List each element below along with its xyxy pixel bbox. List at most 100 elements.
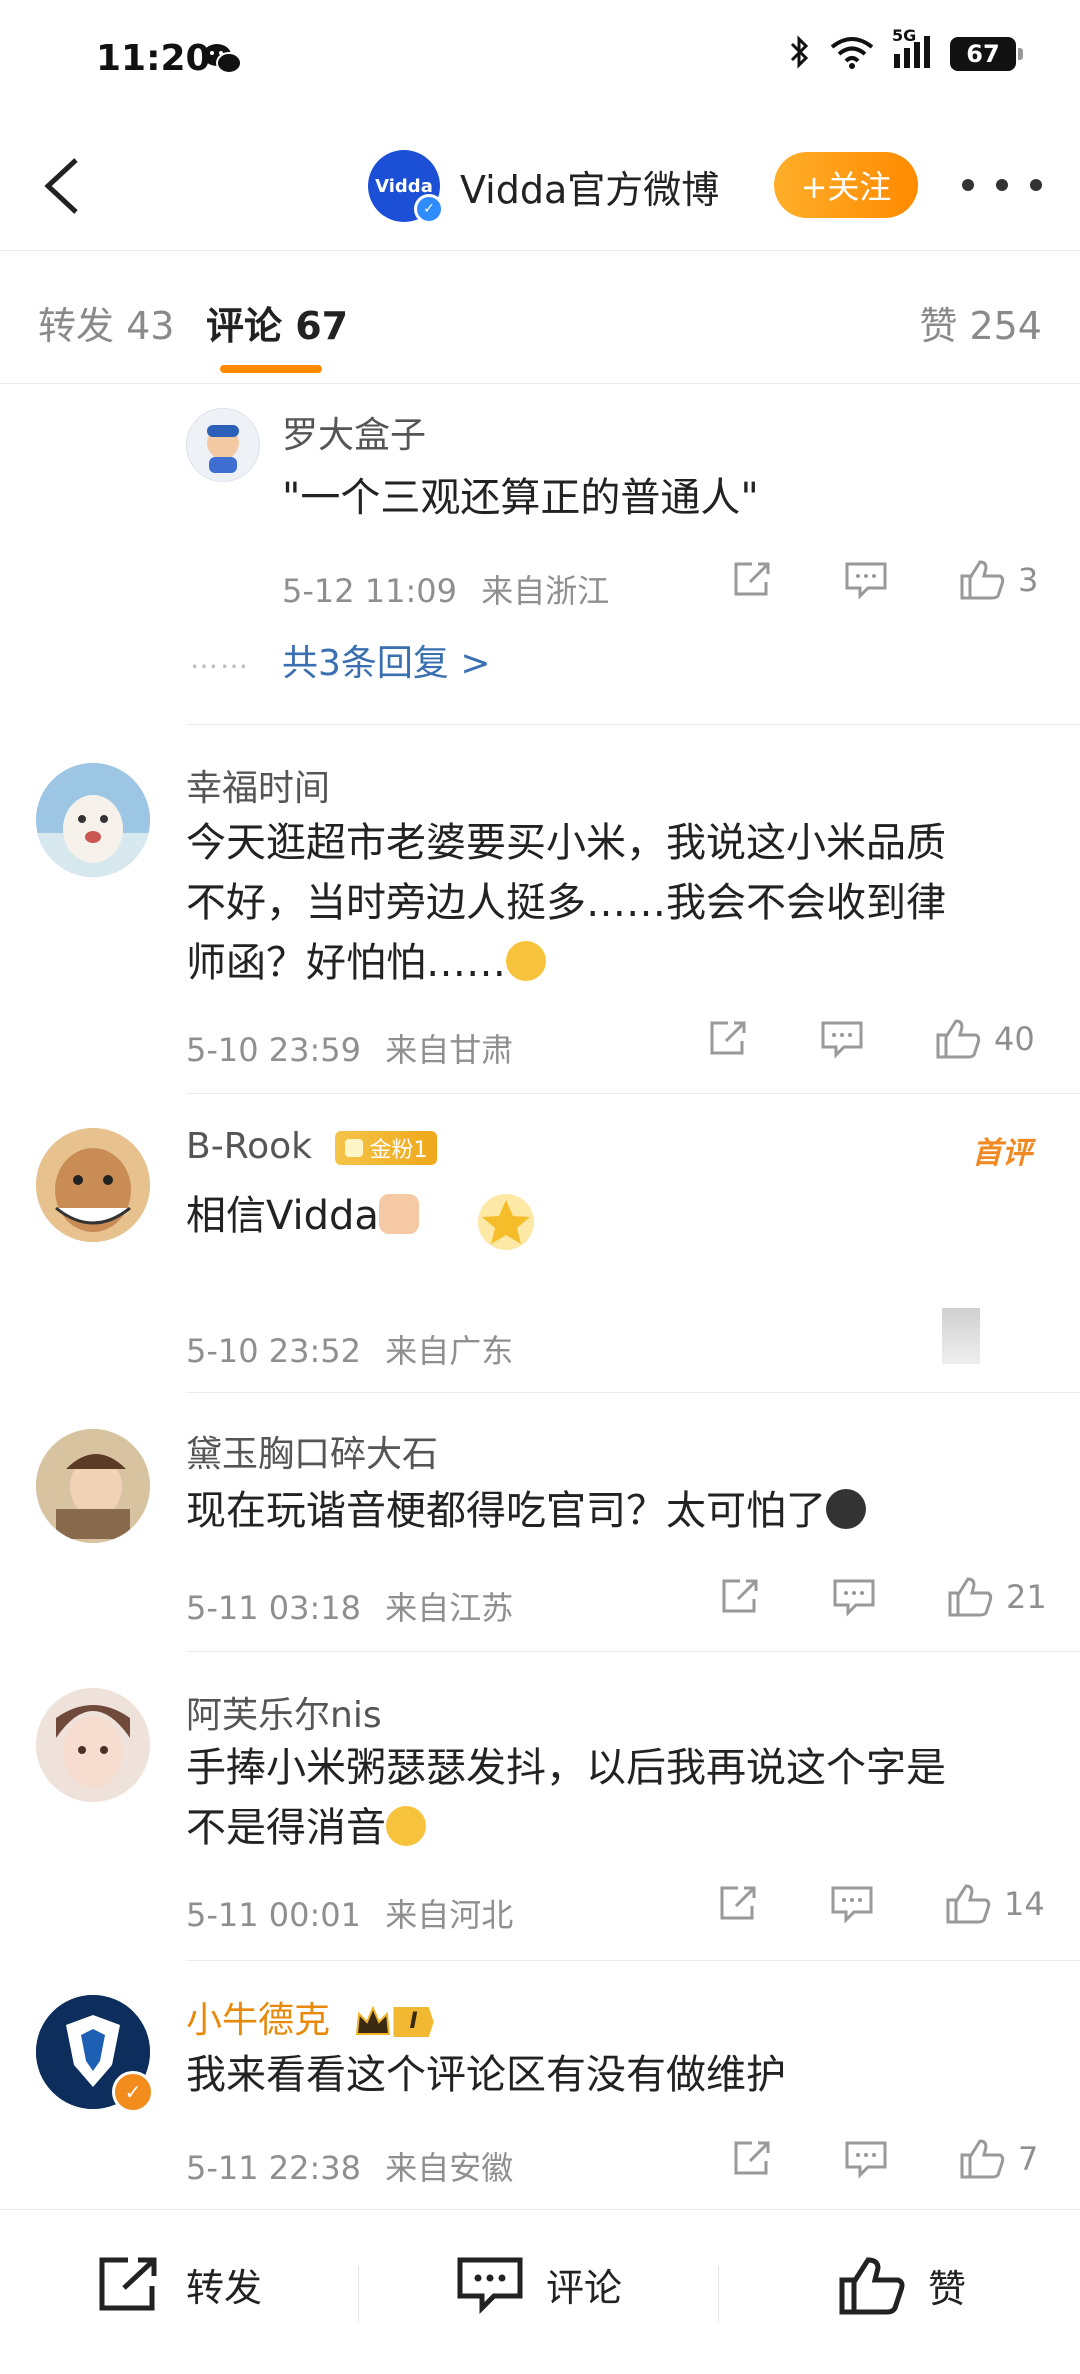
wifi-icon bbox=[830, 35, 874, 73]
username[interactable]: 阿芙乐尔nis bbox=[186, 1686, 382, 1738]
thumbs-up-icon bbox=[960, 2139, 1005, 2179]
comment-actions: 21 bbox=[718, 1575, 1047, 1619]
thumbs-up-icon bbox=[960, 560, 1005, 600]
reply-text: "一个三观还算正的普通人" bbox=[282, 475, 759, 521]
thumbs-up-emoji-icon bbox=[378, 1194, 419, 1234]
tab-comment[interactable]: 评论 67 bbox=[206, 295, 348, 350]
avatar[interactable]: ✓ bbox=[36, 1995, 154, 2113]
tab-indicator bbox=[220, 365, 322, 373]
account-title[interactable]: Vidda ✓ Vidda官方微博 bbox=[368, 150, 719, 224]
thumbs-up-icon bbox=[839, 2257, 905, 2315]
laugh-cry-emoji-icon bbox=[506, 941, 546, 981]
like-button[interactable]: 14 bbox=[944, 1882, 1045, 1926]
reply-icon[interactable] bbox=[830, 1884, 874, 1924]
share-icon[interactable] bbox=[718, 1577, 762, 1617]
account-avatar[interactable]: Vidda ✓ bbox=[368, 150, 444, 224]
reply-icon[interactable] bbox=[832, 1577, 876, 1617]
tab-repost[interactable]: 转发 43 bbox=[38, 295, 174, 350]
follow-button[interactable]: +关注 bbox=[774, 152, 918, 218]
like-count: 21 bbox=[1006, 1578, 1047, 1616]
comment-text: 今天逛超市老婆要买小米，我说这小米品质 不好，当时旁边人挺多……我会不会收到律 … bbox=[186, 813, 946, 993]
comment-meta: 5-12 11:09 来自浙江 bbox=[282, 566, 609, 612]
comment-line: 不是得消音 bbox=[186, 1805, 386, 1851]
tab-like[interactable]: 赞 254 bbox=[919, 295, 1042, 350]
comment-time: 5-11 22:38 bbox=[186, 2149, 362, 2187]
comment-actions: 14 bbox=[716, 1882, 1045, 1926]
like-button[interactable]: 7 bbox=[958, 2137, 1038, 2181]
more-options-icon[interactable] bbox=[962, 160, 1042, 210]
comment-item: 幸福时间 今天逛超市老婆要买小米，我说这小米品质 不好，当时旁边人挺多……我会不… bbox=[0, 725, 1080, 1093]
scared-emoji-icon bbox=[826, 1489, 866, 1529]
avatar[interactable] bbox=[36, 763, 150, 877]
status-bar: 11:20 5G 67 bbox=[0, 0, 1080, 120]
reply-icon[interactable] bbox=[844, 2139, 888, 2179]
like-button[interactable]: 3 bbox=[958, 558, 1038, 602]
bottom-action-bar: 转发 评论 赞 bbox=[0, 2209, 1080, 2374]
reply-icon[interactable] bbox=[844, 560, 888, 600]
reply-icon[interactable] bbox=[820, 1019, 864, 1059]
comment-text: 相信Vidda bbox=[186, 1186, 419, 1246]
account-name[interactable]: Vidda官方微博 bbox=[460, 159, 719, 214]
avatar[interactable] bbox=[36, 1429, 150, 1543]
like-count: 7 bbox=[1018, 2140, 1039, 2178]
view-replies-link[interactable]: 共3条回复 > bbox=[282, 634, 491, 686]
comment-line: 不好，当时旁边人挺多……我会不会收到律 bbox=[186, 880, 946, 926]
faded-placeholder bbox=[942, 1308, 980, 1364]
avatar[interactable] bbox=[36, 1128, 150, 1242]
comment-icon bbox=[457, 2257, 523, 2314]
username[interactable]: 罗大盒子 bbox=[282, 406, 426, 458]
share-icon[interactable] bbox=[716, 1884, 760, 1924]
comment-item: 阿芙乐尔nis 手捧小米粥瑟瑟发抖，以后我再说这个字是 不是得消音 5-11 0… bbox=[0, 1652, 1080, 1960]
username: 小牛德克 I bbox=[186, 1991, 434, 2043]
comment-meta: 5-10 23:52 来自广东 bbox=[186, 1326, 513, 1372]
back-button[interactable] bbox=[36, 150, 92, 220]
like-label: 赞 bbox=[928, 2266, 967, 2311]
like-post-button[interactable]: 赞 bbox=[838, 2254, 966, 2316]
vip-level: I bbox=[393, 2007, 434, 2037]
avatar[interactable] bbox=[186, 408, 260, 482]
comment-line: 今天逛超市老婆要买小米，我说这小米品质 bbox=[186, 820, 946, 866]
comment-text: 手捧小米粥瑟瑟发抖，以后我再说这个字是 不是得消音 bbox=[186, 1738, 946, 1858]
vip-verified-icon: ✓ bbox=[112, 2071, 154, 2113]
share-icon[interactable] bbox=[706, 1019, 750, 1059]
comment-meta: 5-11 22:38 来自安徽 bbox=[186, 2143, 513, 2189]
chevron-left-icon bbox=[44, 158, 78, 214]
share-icon[interactable] bbox=[730, 2139, 774, 2179]
username[interactable]: 幸福时间 bbox=[186, 759, 330, 811]
comment-meta: 5-11 03:18 来自江苏 bbox=[186, 1583, 513, 1629]
comment-meta: 5-10 23:59 来自甘肃 bbox=[186, 1025, 513, 1071]
comment-label: 评论 bbox=[546, 2265, 623, 2310]
like-count: 3 bbox=[1018, 561, 1039, 599]
comment-actions: 3 bbox=[730, 558, 1038, 602]
reaction-sticker bbox=[470, 1186, 542, 1258]
first-comment-tag: 首评 bbox=[972, 1136, 1032, 1171]
username[interactable]: 黛玉胸口碎大石 bbox=[186, 1425, 438, 1477]
like-button[interactable]: 21 bbox=[946, 1575, 1047, 1619]
bluetooth-icon bbox=[788, 34, 812, 74]
like-count: 40 bbox=[994, 1020, 1035, 1058]
repost-button[interactable]: 转发 bbox=[96, 2254, 262, 2314]
comment-line: 手捧小米粥瑟瑟发抖，以后我再说这个字是 bbox=[186, 1745, 946, 1791]
comment-text: 现在玩谐音梗都得吃官司？太可怕了 bbox=[186, 1481, 866, 1541]
nested-reply: 罗大盒子 "一个三观还算正的普通人" 5-12 11:09 来自浙江 3 …… … bbox=[0, 384, 1080, 724]
share-icon[interactable] bbox=[730, 560, 774, 600]
comment-time: 5-11 03:18 bbox=[186, 1589, 362, 1627]
vip-crown-badge[interactable]: I bbox=[353, 2004, 434, 2040]
thumbs-up-icon bbox=[936, 1019, 981, 1059]
repost-label: 转发 bbox=[186, 2265, 263, 2310]
comment-button[interactable]: 评论 bbox=[456, 2254, 622, 2314]
username-text[interactable]: B-Rook bbox=[186, 1126, 312, 1167]
comment-line: 师函？好怕怕…… bbox=[186, 940, 506, 986]
comment-text: 我来看看这个评论区有没有做维护 bbox=[186, 2052, 786, 2098]
comment-location: 来自甘肃 bbox=[385, 1031, 514, 1069]
fan-badge[interactable]: 金粉1 bbox=[335, 1131, 438, 1165]
signal-5g-icon: 5G bbox=[892, 26, 932, 74]
username-text[interactable]: 小牛德克 bbox=[186, 2000, 330, 2041]
avatar[interactable] bbox=[36, 1688, 150, 1802]
divider bbox=[358, 2266, 359, 2322]
comment-time: 5-11 00:01 bbox=[186, 1896, 362, 1934]
comment-line: 现在玩谐音梗都得吃官司？太可怕了 bbox=[186, 1488, 826, 1534]
like-button[interactable]: 40 bbox=[934, 1017, 1035, 1061]
reply-dots: …… bbox=[190, 642, 250, 675]
comment-location: 来自安徽 bbox=[385, 2149, 514, 2187]
